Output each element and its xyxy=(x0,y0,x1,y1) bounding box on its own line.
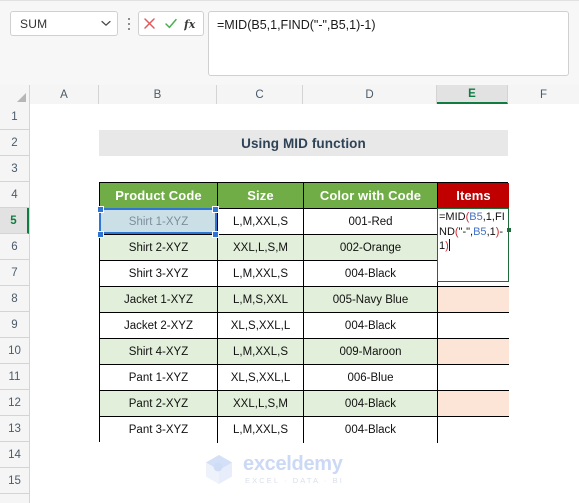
row-header-10[interactable]: 10 xyxy=(0,338,29,364)
formula-token: B5 xyxy=(469,211,483,223)
table-row[interactable]: XXL,L,S,M xyxy=(218,235,304,261)
table-row[interactable]: Shirt 2-XYZ xyxy=(100,235,218,261)
table-row[interactable]: 004-Black xyxy=(304,261,438,287)
select-all-corner[interactable] xyxy=(0,85,30,104)
worksheet-grid[interactable]: Using MID function Product Code Size Col… xyxy=(30,104,579,503)
formula-token: =MID xyxy=(439,211,466,223)
row-header-8[interactable]: 8 xyxy=(0,286,29,312)
cancel-x-icon[interactable] xyxy=(140,13,160,34)
reference-handle-top-right[interactable] xyxy=(212,206,219,213)
row-header-2[interactable]: 2 xyxy=(0,130,29,156)
formula-token: ,1 xyxy=(486,225,496,238)
table-row[interactable]: 009-Maroon xyxy=(304,339,438,365)
watermark-name: exceldemy xyxy=(243,452,343,475)
column-header-d[interactable]: D xyxy=(303,85,437,104)
name-box[interactable]: SUM xyxy=(10,11,118,36)
select-all-triangle-icon xyxy=(17,93,26,102)
table-row[interactable]: 004-Black xyxy=(304,313,438,339)
table-row[interactable]: 001-Red xyxy=(304,209,438,235)
table-row[interactable] xyxy=(438,365,509,391)
row-header-6[interactable]: 6 xyxy=(0,234,29,260)
table-row[interactable]: 002-Orange xyxy=(304,235,438,261)
table-row[interactable]: XL,S,XXL,L xyxy=(218,365,304,391)
cell-editor-nub xyxy=(507,228,511,232)
svg-text:fx: fx xyxy=(184,18,196,31)
row-header-12[interactable]: 12 xyxy=(0,390,29,416)
row-header-4[interactable]: 4 xyxy=(0,182,29,208)
column-header-c[interactable]: C xyxy=(217,85,303,104)
table-row[interactable]: 005-Navy Blue xyxy=(304,287,438,313)
table-row[interactable]: L,M,XXL,S xyxy=(218,417,304,443)
table-row[interactable]: Shirt 1-XYZ xyxy=(100,209,218,235)
table-row[interactable]: Shirt 4-XYZ xyxy=(100,339,218,365)
column-header-a[interactable]: A xyxy=(30,85,99,104)
table-row[interactable]: L,M,XXL,S xyxy=(218,209,304,235)
row-header-5[interactable]: 5 xyxy=(0,208,29,234)
table-row[interactable]: 004-Black xyxy=(304,417,438,443)
row-header-3[interactable]: 3 xyxy=(0,156,29,182)
column-header-e[interactable]: E xyxy=(437,85,508,104)
formula-token: B5 xyxy=(473,225,487,238)
reference-handle-bottom-left[interactable] xyxy=(97,231,104,238)
row-header-14[interactable]: 14 xyxy=(0,442,29,468)
formula-token: "-", xyxy=(458,225,474,238)
name-box-value: SUM xyxy=(20,16,48,31)
watermark: exceldemy EXCEL · DATA · BI xyxy=(202,452,344,486)
column-header-b[interactable]: B xyxy=(99,85,217,104)
table-row[interactable]: Jacket 2-XYZ xyxy=(100,313,218,339)
table-row[interactable]: XXL,L,S,M xyxy=(218,391,304,417)
reference-handle-bottom-right[interactable] xyxy=(212,231,219,238)
text-caret xyxy=(448,239,450,251)
fx-icon[interactable]: fx xyxy=(182,13,202,34)
row-header-11[interactable]: 11 xyxy=(0,364,29,390)
table-row[interactable]: Pant 3-XYZ xyxy=(100,417,218,443)
table-header-color-with-code: Color with Code xyxy=(304,183,438,209)
formula-bar-area: SUM fx =MID(B5,1,FIND("-",B5,1)-1) xyxy=(0,0,579,86)
page-title: Using MID function xyxy=(99,130,508,156)
table-row[interactable]: Pant 1-XYZ xyxy=(100,365,218,391)
enter-check-icon[interactable] xyxy=(161,13,181,34)
table-row[interactable] xyxy=(438,287,509,313)
table-row[interactable]: L,M,XXL,S xyxy=(218,261,304,287)
table-header-product-code: Product Code xyxy=(100,183,218,209)
table-row[interactable]: Jacket 1-XYZ xyxy=(100,287,218,313)
row-header-15[interactable]: 15 xyxy=(0,468,29,494)
table-row[interactable] xyxy=(438,339,509,365)
table-header-items: Items xyxy=(438,183,509,209)
table-row[interactable] xyxy=(438,417,509,443)
table-row[interactable]: Pant 2-XYZ xyxy=(100,391,218,417)
row-header-7[interactable]: 7 xyxy=(0,260,29,286)
table-row[interactable]: Shirt 3-XYZ xyxy=(100,261,218,287)
watermark-tagline: EXCEL · DATA · BI xyxy=(245,475,344,485)
column-header-f[interactable]: F xyxy=(508,85,579,104)
table-header-size: Size xyxy=(218,183,304,209)
row-header-9[interactable]: 9 xyxy=(0,312,29,338)
row-header-1[interactable]: 1 xyxy=(0,104,29,130)
reference-handle-top-left[interactable] xyxy=(97,206,104,213)
cell-editor-e5[interactable]: =MID(B5,1,FIND("-",B5,1)-1) xyxy=(437,208,509,282)
formula-actions-group: fx xyxy=(138,11,204,36)
formula-input[interactable]: =MID(B5,1,FIND("-",B5,1)-1) xyxy=(208,11,569,76)
table-row[interactable]: L,M,XXL,S xyxy=(218,339,304,365)
formula-token: ,1, xyxy=(482,211,495,223)
table-row[interactable] xyxy=(438,313,509,339)
watermark-text: exceldemy EXCEL · DATA · BI xyxy=(243,454,344,485)
more-options-icon[interactable] xyxy=(124,13,133,34)
table-row[interactable]: 004-Black xyxy=(304,391,438,417)
column-header-bar: A B C D E F xyxy=(0,85,579,105)
table-row[interactable]: 006-Blue xyxy=(304,365,438,391)
exceldemy-logo-icon xyxy=(202,452,236,486)
table-row[interactable] xyxy=(438,391,509,417)
table-row[interactable]: L,M,S,XXL xyxy=(218,287,304,313)
row-header-13[interactable]: 13 xyxy=(0,416,29,442)
row-header-bar: 1 2 3 4 5 6 7 8 9 10 11 12 13 14 15 xyxy=(0,104,30,503)
table-row[interactable]: XL,S,XXL,L xyxy=(218,313,304,339)
chevron-down-icon[interactable] xyxy=(95,20,117,27)
